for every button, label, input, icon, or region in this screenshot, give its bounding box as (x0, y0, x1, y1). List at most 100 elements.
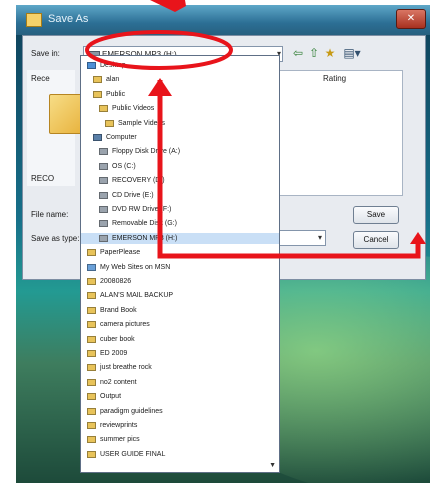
dropdown-item-label: no2 content (100, 378, 137, 386)
dropdown-item[interactable]: My Web Sites on MSN (81, 262, 279, 273)
dropdown-item[interactable]: cuber book (81, 334, 279, 345)
folder-icon (87, 436, 96, 444)
file-name-label: File name: (31, 210, 69, 219)
dropdown-item[interactable]: Removable Disk (G:) (81, 218, 279, 229)
dropdown-item-label: Desktop (100, 62, 126, 69)
folder-icon (87, 335, 96, 343)
save-in-dropdown-list[interactable]: ▼ Desktop alan Public Public Videos Sample V… (80, 55, 280, 473)
folder-icon (99, 105, 108, 113)
web-folder-icon (87, 263, 96, 271)
dropdown-item-label: Public Videos (112, 105, 155, 113)
dropdown-item[interactable]: summer pics (81, 434, 279, 445)
save-in-label: Save in: (31, 49, 60, 58)
folder-icon (87, 306, 96, 314)
save-as-type-label: Save as type: (31, 234, 80, 243)
dropdown-item-label: summer pics (100, 436, 140, 444)
dvd-drive-icon (99, 206, 108, 213)
folder-icon (87, 393, 96, 401)
folder-icon (87, 249, 96, 257)
drive-icon (99, 162, 108, 170)
folder-icon (26, 13, 42, 27)
dropdown-item-label: RECOVERY (D:) (112, 177, 165, 185)
folder-icon (87, 292, 96, 300)
dropdown-item-label: Sample Videos (118, 119, 165, 127)
dropdown-item[interactable]: DVD RW Drive (F:) (81, 204, 279, 215)
dropdown-item-label: PaperPlease (100, 249, 141, 257)
removable-drive-icon (99, 220, 108, 228)
back-icon[interactable]: ⇦ (291, 44, 305, 62)
dropdown-item-label: My Web Sites on MSN (100, 263, 171, 271)
user-folder-icon (93, 76, 102, 84)
dropdown-item[interactable]: paradigm guidelines (81, 406, 279, 417)
dropdown-item[interactable]: EMERSON MP3 (H:) (81, 232, 279, 244)
dropdown-item-label: Computer (106, 134, 137, 141)
folder-icon (93, 90, 102, 98)
folder-icon (87, 450, 96, 458)
folder-icon (87, 407, 96, 415)
dropdown-item[interactable]: Brand Book (81, 305, 279, 316)
dropdown-item[interactable]: alan (81, 74, 279, 85)
folder-icon (87, 378, 96, 386)
dropdown-item[interactable]: RECOVERY (D:) (81, 175, 279, 186)
folder-icon (105, 119, 114, 127)
dropdown-item-label: OS (C:) (112, 162, 136, 170)
dropdown-item-label: DVD RW Drive (F:) (112, 206, 172, 213)
floppy-icon (99, 148, 108, 156)
dropdown-item[interactable]: PaperPlease (81, 247, 279, 258)
cd-drive-icon (99, 191, 108, 199)
dropdown-item[interactable]: ALAN'S MAIL BACKUP (81, 290, 279, 301)
dropdown-item[interactable]: camera pictures (81, 319, 279, 330)
close-button[interactable]: ✕ (396, 9, 426, 29)
dropdown-item-label: just breathe rock (100, 364, 152, 372)
folder-icon (49, 94, 83, 134)
dropdown-item-label: alan (106, 76, 120, 84)
dropdown-item[interactable]: no2 content (81, 377, 279, 388)
dropdown-item-label: EMERSON MP3 (H:) (112, 234, 178, 242)
window-title: Save As (48, 13, 89, 25)
up-folder-icon[interactable]: ⇧ (307, 44, 321, 62)
dropdown-item[interactable]: Public Videos (81, 103, 279, 114)
dropdown-item[interactable]: Desktop (81, 60, 279, 71)
dropdown-item[interactable]: CD Drive (E:) (81, 190, 279, 201)
new-folder-icon[interactable]: ★ (323, 44, 337, 62)
dropdown-item[interactable]: 20080826 (81, 276, 279, 287)
dropdown-item-label: Output (100, 393, 122, 401)
folder-icon (87, 422, 96, 429)
window-titlebar[interactable]: Save As ✕ (16, 5, 430, 35)
dropdown-item[interactable]: ED 2009 (81, 348, 279, 359)
dropdown-item-label: Floppy Disk Drive (A:) (112, 148, 181, 156)
dropdown-item[interactable]: Sample Videos (81, 118, 279, 129)
folder-icon (87, 364, 96, 372)
places-item-reco[interactable]: RECO (31, 174, 54, 183)
dropdown-item-label: 20080826 (100, 278, 132, 285)
dropdown-item[interactable]: Computer (81, 132, 279, 143)
places-item-recent[interactable]: Rece (31, 74, 50, 83)
folder-icon (87, 278, 96, 285)
dropdown-item-label: Brand Book (100, 306, 137, 314)
dropdown-item-label: ALAN'S MAIL BACKUP (100, 292, 174, 300)
drive-icon (99, 177, 108, 185)
dropdown-item-label: ED 2009 (100, 350, 128, 357)
dropdown-item-label: Public (106, 90, 126, 98)
folder-icon (87, 350, 96, 357)
save-button[interactable]: Save (353, 206, 399, 224)
dropdown-item-label: reviewprints (100, 422, 138, 429)
dropdown-item[interactable]: reviewprints (81, 420, 279, 431)
desktop-icon (87, 62, 96, 69)
views-menu-icon[interactable]: ▤▾ (341, 44, 363, 62)
dropdown-item[interactable]: USER GUIDE FINAL (81, 449, 279, 460)
computer-icon (93, 134, 102, 141)
dropdown-item[interactable]: Output (81, 391, 279, 402)
cancel-button[interactable]: Cancel (353, 231, 399, 249)
scroll-down-icon[interactable]: ▼ (269, 462, 276, 469)
dropdown-item[interactable]: Public (81, 89, 279, 100)
dropdown-item[interactable]: OS (C:) (81, 161, 279, 172)
dropdown-item-label: paradigm guidelines (100, 407, 163, 415)
dropdown-item[interactable]: Floppy Disk Drive (A:) (81, 146, 279, 157)
rating-column-header[interactable]: Rating (323, 74, 346, 83)
removable-drive-icon (99, 234, 108, 242)
dropdown-item-label: USER GUIDE FINAL (100, 450, 166, 458)
dropdown-item-label: camera pictures (100, 321, 150, 329)
dropdown-item-label: Removable Disk (G:) (112, 220, 177, 228)
dropdown-item[interactable]: just breathe rock (81, 362, 279, 373)
